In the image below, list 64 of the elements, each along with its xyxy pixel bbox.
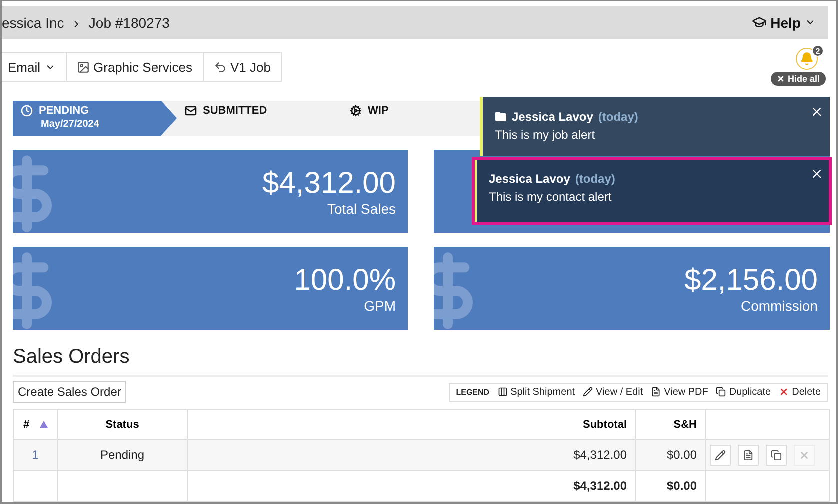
notification-count-badge: 2 <box>812 45 824 58</box>
breadcrumb-separator: › <box>74 14 79 31</box>
split-icon <box>498 387 508 398</box>
legend-item: Split Shipment <box>498 386 576 398</box>
close-icon <box>810 105 824 119</box>
column-header[interactable]: Subtotal <box>188 410 636 440</box>
bell-icon <box>800 52 814 66</box>
step-icon <box>21 104 33 117</box>
legend-item: Delete <box>779 386 821 398</box>
card-value: 100.0% <box>294 264 396 298</box>
hide-all-button[interactable]: Hide all <box>770 72 826 86</box>
toolbar-button[interactable]: V1 Job <box>202 52 282 82</box>
copy-icon <box>771 450 782 461</box>
status-step[interactable]: SUBMITTED <box>177 100 342 136</box>
pencil-icon <box>583 387 594 398</box>
graduation-cap-icon <box>752 15 767 30</box>
create-sales-order-button[interactable]: Create Sales Order <box>13 381 126 404</box>
folder-icon <box>495 111 507 123</box>
close-icon <box>776 75 785 84</box>
row-action-button[interactable] <box>710 444 731 466</box>
help-menu[interactable]: Help <box>752 14 816 31</box>
step-icon <box>185 104 197 117</box>
notification-bell-button[interactable] <box>796 48 818 70</box>
image-icon <box>76 60 90 74</box>
total-cell: $0.00 <box>636 470 706 502</box>
step-icon <box>350 104 362 117</box>
legend-title: LEGEND <box>456 388 490 397</box>
alert-message: This is my contact alert <box>489 190 613 204</box>
pencil-icon <box>715 450 726 461</box>
breadcrumb-item[interactable]: Job #180273 <box>88 14 170 31</box>
close-icon <box>779 387 790 398</box>
legend-item: Duplicate <box>716 386 772 398</box>
section-title: Sales Orders <box>13 346 828 378</box>
total-cell: $4,312.00 <box>188 470 636 502</box>
legend-item: View / Edit <box>583 386 644 398</box>
row-action-button[interactable] <box>766 444 787 466</box>
toolbar-button[interactable]: Email <box>2 52 67 82</box>
close-button[interactable] <box>810 105 824 119</box>
status-step[interactable]: PENDING May/27/2024 <box>13 100 177 136</box>
sort-arrow-icon <box>40 420 48 428</box>
document-icon <box>743 450 754 461</box>
breadcrumb-item[interactable]: essica Inc <box>2 14 64 31</box>
alert-author: Jessica Lavoy <box>489 172 570 186</box>
card-value: $4,312.00 <box>262 166 396 201</box>
alert-time: (today) <box>598 110 638 124</box>
row-action-button[interactable] <box>738 444 759 466</box>
copy-icon <box>716 387 726 398</box>
card-value: $2,156.00 <box>684 264 818 298</box>
document-icon <box>651 387 662 398</box>
card-label: Total Sales <box>328 200 396 217</box>
close-icon <box>799 450 810 461</box>
alert-time: (today) <box>575 172 616 186</box>
column-header[interactable]: # <box>14 410 58 440</box>
alert-message: This is my job alert <box>495 128 596 142</box>
column-header[interactable]: Status <box>58 410 188 440</box>
close-icon <box>810 167 824 181</box>
card-label: Commission <box>740 298 818 314</box>
card-label: GPM <box>364 298 396 314</box>
toolbar-button[interactable]: Graphic Services <box>66 52 204 82</box>
close-button[interactable] <box>810 167 824 181</box>
step-date: May/27/2024 <box>41 118 100 130</box>
legend-item: View PDF <box>651 386 708 398</box>
alert-author: Jessica Lavoy <box>512 110 594 124</box>
reply-arrow-icon <box>214 60 226 74</box>
